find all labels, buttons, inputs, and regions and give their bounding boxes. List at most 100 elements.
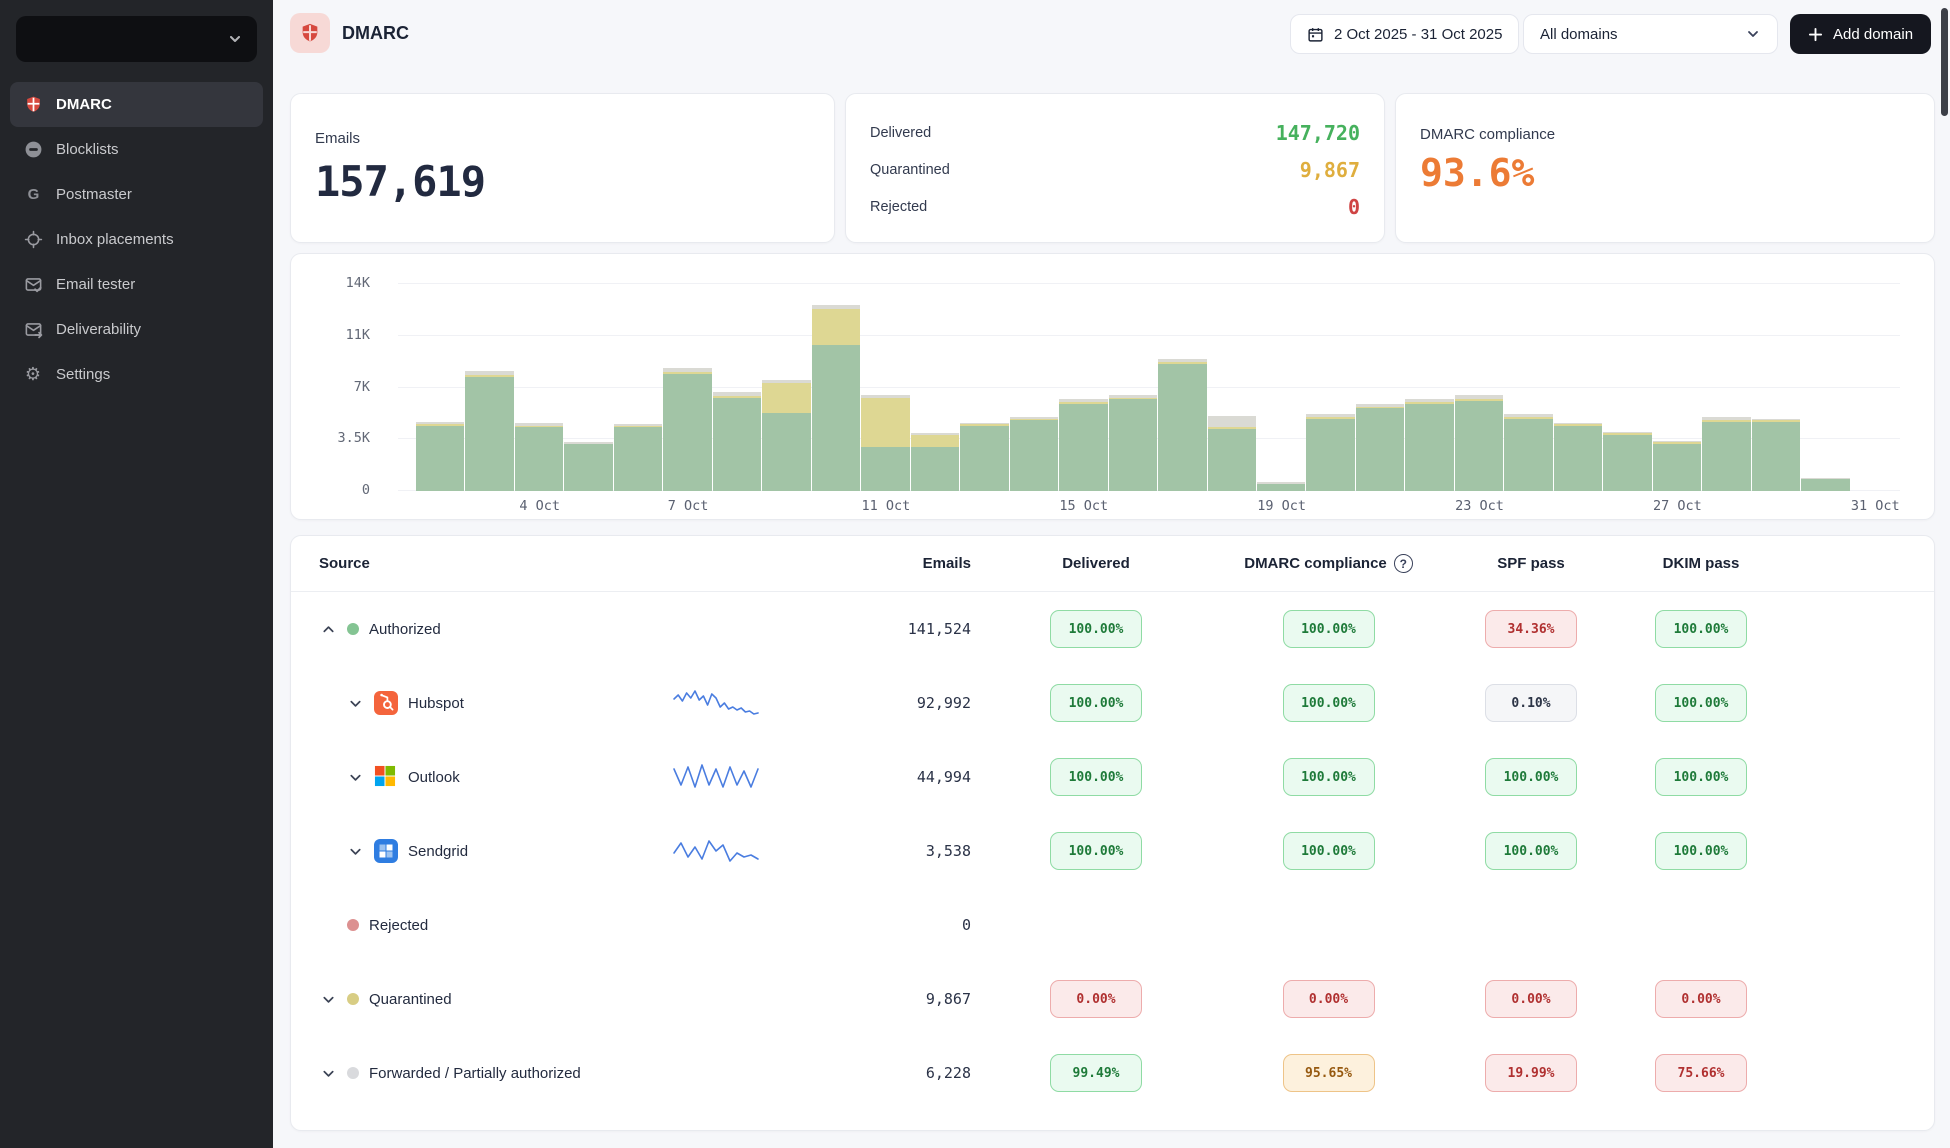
vertical-scrollbar[interactable]: [1941, 8, 1948, 116]
svg-text:G: G: [27, 186, 39, 203]
emails-bar-chart-card: 03.5K7K11K14K 4 Oct7 Oct11 Oct15 Oct19 O…: [290, 253, 1935, 520]
table-header-row: SourceEmailsDeliveredDMARC compliance?SP…: [291, 536, 1934, 592]
bar-17-oct: [1158, 284, 1207, 491]
source-cell: Quarantined: [319, 990, 641, 1008]
outcome-row-quarantined: Quarantined 9,867: [870, 151, 1360, 188]
badge-forwarded-2: 19.99%: [1485, 1054, 1577, 1092]
table-row-forwarded[interactable]: Forwarded / Partially authorized6,22899.…: [291, 1036, 1934, 1110]
bar-22-oct: [1405, 284, 1454, 491]
add-domain-button[interactable]: Add domain: [1790, 14, 1931, 54]
bar-3-oct: [465, 284, 514, 491]
top-bar: DMARC 2 Oct 2025 - 31 Oct 2025 All domai…: [273, 0, 1950, 66]
expander-chevron-down-icon[interactable]: [346, 842, 364, 860]
compliance-value: 93.6%: [1420, 151, 1910, 195]
outcome-value: 147,720: [1276, 121, 1360, 145]
gear-icon: ⚙︎: [23, 365, 43, 385]
table-row-outlook[interactable]: Outlook44,994100.00%100.00%100.00%100.00…: [291, 740, 1934, 814]
help-icon[interactable]: ?: [1394, 554, 1413, 573]
source-cell: Outlook: [319, 765, 641, 789]
bar-4-oct: [515, 284, 564, 491]
outcome-row-delivered: Delivered147,720: [870, 114, 1360, 151]
sidebar-nav: DMARC BlocklistsGPostmasterInbox placemen…: [10, 82, 263, 397]
expander-chevron-down-icon[interactable]: [319, 1064, 337, 1082]
sidebar-item-blocklists[interactable]: Blocklists: [10, 127, 263, 172]
bar-segment-delivered: [1208, 429, 1256, 491]
bar-segment-delivered: [1752, 422, 1800, 491]
badge-forwarded-1: 95.65%: [1283, 1054, 1375, 1092]
x-axis-tick: 19 Oct: [1257, 498, 1306, 514]
sidebar-item-email-tester[interactable]: Email tester: [10, 262, 263, 307]
bar-segment-delivered: [1405, 404, 1453, 491]
expander-chevron-up-icon[interactable]: [319, 620, 337, 638]
bar-6-oct: [614, 284, 663, 491]
col-delivered: Delivered: [971, 555, 1221, 572]
quarantined-status-dot: [347, 993, 359, 1005]
date-range-picker[interactable]: 2 Oct 2025 - 31 Oct 2025: [1290, 14, 1519, 54]
bar-29-oct: [1752, 284, 1801, 491]
bar-segment-delivered: [1801, 479, 1849, 491]
bar-segment-delivered: [1059, 404, 1107, 491]
table-row-rejected[interactable]: Rejected0: [291, 888, 1934, 962]
expander-chevron-down-icon[interactable]: [346, 768, 364, 786]
table-row-authorized[interactable]: Authorized141,524100.00%100.00%34.36%100…: [291, 592, 1934, 666]
bar-segment-delivered: [812, 345, 860, 491]
sources-table-card: SourceEmailsDeliveredDMARC compliance?SP…: [290, 535, 1935, 1131]
forwarded-status-dot: [347, 1067, 359, 1079]
sidebar-item-inbox-placements[interactable]: Inbox placements: [10, 217, 263, 262]
workspace-dropdown[interactable]: [16, 16, 257, 62]
sparkline: [672, 833, 760, 869]
shield-icon: [23, 95, 43, 115]
badge-authorized-1: 100.00%: [1283, 610, 1375, 648]
badge-sendgrid-1: 100.00%: [1283, 832, 1375, 870]
bar-10-oct: [812, 284, 861, 491]
page-title: DMARC: [342, 23, 409, 44]
badge-outlook-1: 100.00%: [1283, 758, 1375, 796]
bar-segment-delivered: [1603, 435, 1651, 491]
y-axis-tick: 7K: [354, 379, 370, 395]
sidebar-item-label: Email tester: [56, 276, 135, 293]
x-axis-tick: 7 Oct: [668, 498, 709, 514]
domain-filter-select[interactable]: All domains: [1523, 14, 1778, 54]
sidebar-item-label: DMARC: [56, 96, 112, 113]
sidebar-item-settings[interactable]: ⚙︎ Settings: [10, 352, 263, 397]
bar-segment-quarantined: [911, 435, 959, 447]
plus-icon: [1808, 27, 1823, 42]
outcome-label: Quarantined: [870, 162, 950, 178]
bar-segment-delivered: [1702, 422, 1750, 491]
source-label: Quarantined: [369, 991, 452, 1008]
source-label: Forwarded / Partially authorized: [369, 1065, 581, 1082]
source-label: Hubspot: [408, 695, 464, 712]
expander-chevron-down-icon[interactable]: [319, 990, 337, 1008]
source-label: Rejected: [369, 917, 428, 934]
x-axis-tick: 31 Oct: [1851, 498, 1900, 514]
badge-sendgrid-2: 100.00%: [1485, 832, 1577, 870]
chevron-down-icon: [227, 31, 243, 47]
col-source: Source: [319, 555, 641, 572]
sidebar-item-dmarc[interactable]: DMARC: [10, 82, 263, 127]
bar-19-oct: [1257, 284, 1306, 491]
bar-segment-delivered: [861, 447, 909, 491]
bar-20-oct: [1306, 284, 1355, 491]
emails-count: 3,538: [791, 842, 971, 860]
sidebar-item-label: Settings: [56, 366, 110, 383]
sidebar-item-deliverability[interactable]: Deliverability: [10, 307, 263, 352]
bar-23-oct: [1455, 284, 1504, 491]
badge-forwarded-0: 99.49%: [1050, 1054, 1142, 1092]
chart-x-axis: 4 Oct7 Oct11 Oct15 Oct19 Oct23 Oct27 Oct…: [416, 498, 1900, 518]
bar-16-oct: [1109, 284, 1158, 491]
sparkline: [672, 685, 760, 721]
badge-sendgrid-3: 100.00%: [1655, 832, 1747, 870]
google-g-icon: G: [23, 185, 43, 205]
outcome-label: Rejected: [870, 199, 927, 215]
expander-chevron-down-icon[interactable]: [346, 694, 364, 712]
sidebar-item-postmaster[interactable]: GPostmaster: [10, 172, 263, 217]
bar-14-oct: [1010, 284, 1059, 491]
y-axis-tick: 11K: [346, 327, 370, 343]
x-axis-tick: 11 Oct: [862, 498, 911, 514]
table-row-quarantined[interactable]: Quarantined9,8670.00%0.00%0.00%0.00%: [291, 962, 1934, 1036]
table-row-sendgrid[interactable]: Sendgrid3,538100.00%100.00%100.00%100.00…: [291, 814, 1934, 888]
table-row-hubspot[interactable]: Hubspot92,992100.00%100.00%0.10%100.00%: [291, 666, 1934, 740]
crosshair-icon: [23, 230, 43, 250]
badge-outlook-3: 100.00%: [1655, 758, 1747, 796]
outcome-value: 9,867: [1300, 158, 1360, 182]
